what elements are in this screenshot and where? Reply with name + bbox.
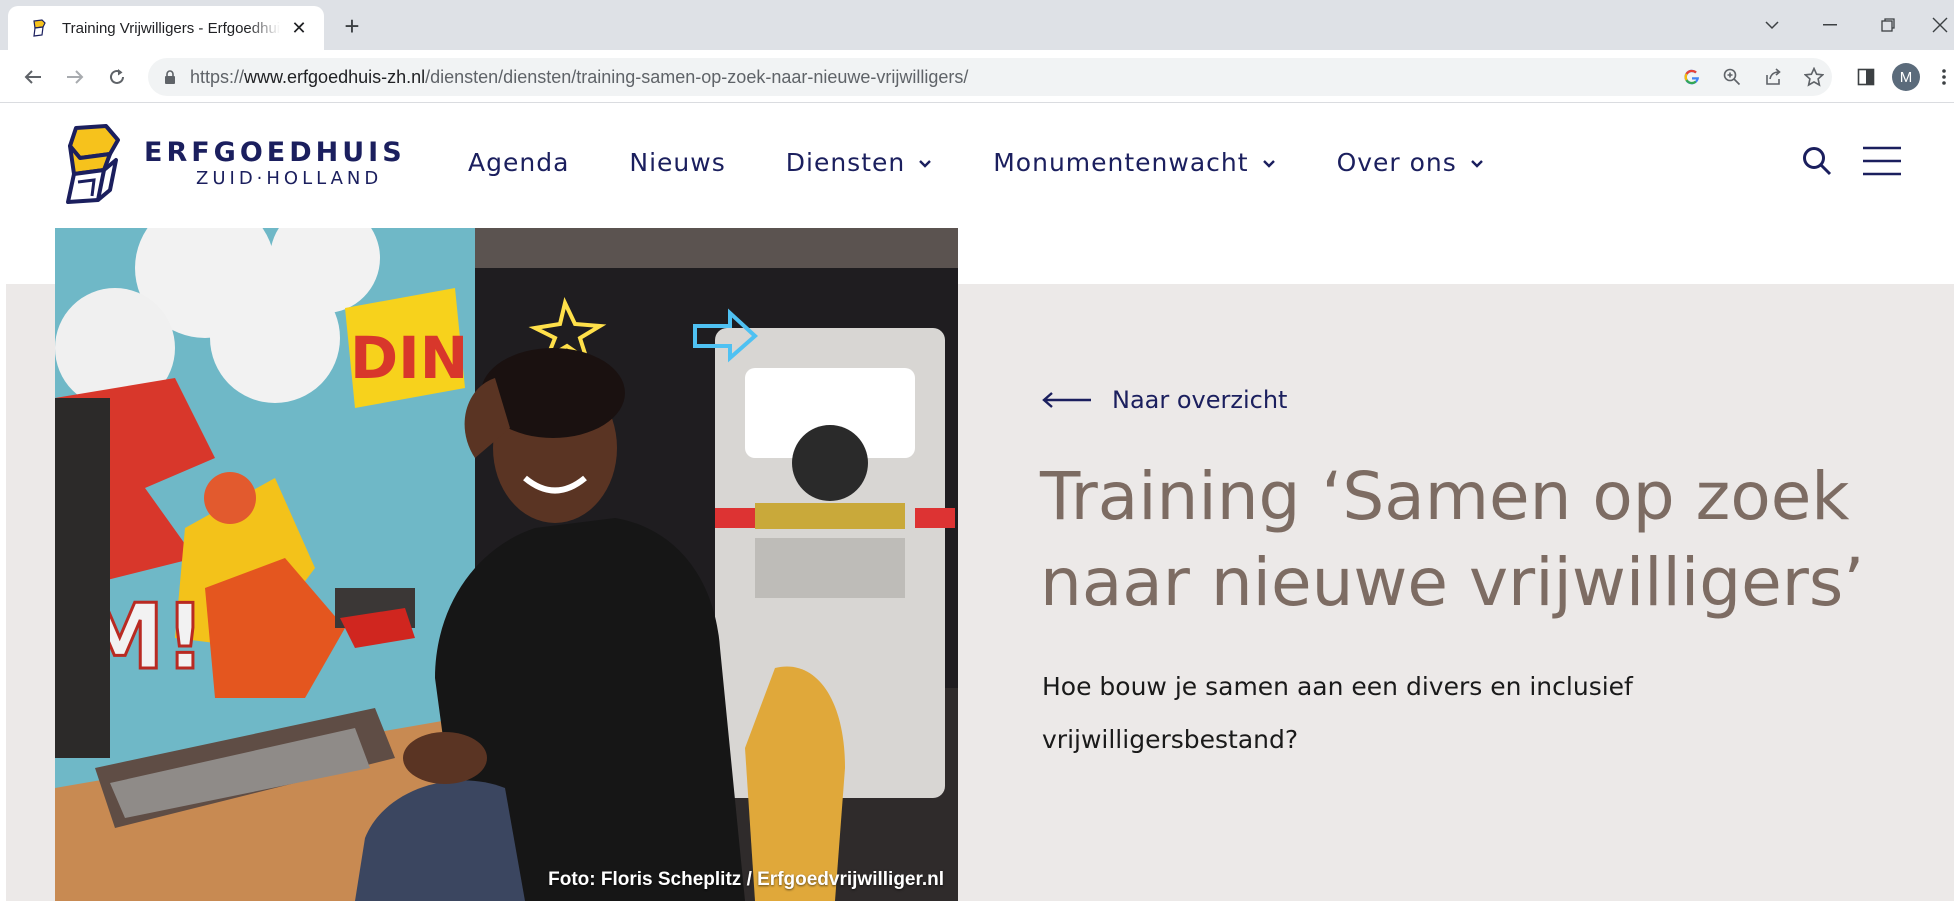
close-tab-icon[interactable]: ✕: [288, 17, 310, 39]
new-tab-button[interactable]: +: [338, 11, 366, 41]
reload-icon[interactable]: [100, 60, 134, 94]
hero-photo: DIN M! Foto: Floris Scheplitz / Erfgoedv…: [55, 228, 958, 901]
profile-avatar[interactable]: M: [1892, 63, 1920, 91]
browser-toolbar: https://www.erfgoedhuis-zh.nl/diensten/d…: [0, 50, 1954, 103]
share-icon[interactable]: [1754, 58, 1792, 96]
nav-item-agenda[interactable]: Agenda: [468, 148, 569, 177]
chevron-down-icon: [1469, 155, 1485, 171]
back-arrow-icon[interactable]: [16, 60, 50, 94]
bookmark-star-icon[interactable]: [1795, 58, 1833, 96]
close-window-icon[interactable]: [1920, 10, 1954, 40]
tab-search-chevron-icon[interactable]: [1752, 10, 1792, 40]
nav-item-over-ons[interactable]: Over ons: [1337, 148, 1485, 177]
restore-window-icon[interactable]: [1868, 10, 1908, 40]
hamburger-menu-icon[interactable]: [1860, 144, 1904, 178]
back-link-label: Naar overzicht: [1112, 386, 1288, 414]
main-navigation: Agenda Nieuws Diensten Monumentenwacht O…: [468, 148, 1545, 177]
nav-item-nieuws[interactable]: Nieuws: [629, 148, 725, 177]
svg-text:DIN: DIN: [350, 324, 468, 392]
browser-tab[interactable]: Training Vrijwilligers - Erfgoedhuis Zui…: [8, 6, 324, 50]
site-favicon-icon: [30, 19, 48, 37]
chevron-down-icon: [917, 155, 933, 171]
back-to-overview-link[interactable]: Naar overzicht: [1042, 386, 1287, 414]
nav-item-diensten[interactable]: Diensten: [786, 148, 933, 177]
site-logo[interactable]: ERFGOEDHUIS ZUID·HOLLAND: [64, 124, 406, 204]
browser-tab-bar: Training Vrijwilligers - Erfgoedhuis Zui…: [0, 0, 1954, 50]
page-title: Training ‘Samen op zoek naar nieuwe vrij…: [1040, 458, 1865, 621]
url-text: https://www.erfgoedhuis-zh.nl/diensten/d…: [190, 66, 969, 87]
erfgoedhuis-logo-icon: [66, 124, 120, 204]
google-icon[interactable]: [1673, 58, 1711, 96]
site-header: ERFGOEDHUIS ZUID·HOLLAND Agenda Nieuws D…: [0, 104, 1954, 228]
side-panel-icon[interactable]: [1847, 58, 1885, 96]
lock-icon[interactable]: [160, 67, 180, 87]
photo-credit: Foto: Floris Scheplitz / Erfgoedvrijwill…: [548, 869, 944, 890]
arrow-left-icon: [1042, 392, 1091, 408]
nav-item-monumentenwacht[interactable]: Monumentenwacht: [993, 148, 1276, 177]
forward-arrow-icon[interactable]: [58, 60, 92, 94]
browser-menu-icon[interactable]: [1934, 58, 1954, 96]
logo-subtitle: ZUID·HOLLAND: [196, 168, 383, 189]
page-intro: Hoe bouw je samen aan een divers en incl…: [1042, 672, 1633, 754]
tab-title: Training Vrijwilligers - Erfgoedhuis Zui…: [62, 19, 280, 37]
logo-title: ERFGOEDHUIS: [144, 137, 406, 168]
address-bar[interactable]: https://www.erfgoedhuis-zh.nl/diensten/d…: [148, 58, 1832, 96]
chevron-down-icon: [1261, 155, 1277, 171]
zoom-icon[interactable]: [1713, 58, 1751, 96]
minimize-icon[interactable]: [1810, 10, 1850, 40]
hero-photo-illustration: DIN M!: [55, 228, 958, 901]
search-icon[interactable]: [1800, 144, 1834, 178]
